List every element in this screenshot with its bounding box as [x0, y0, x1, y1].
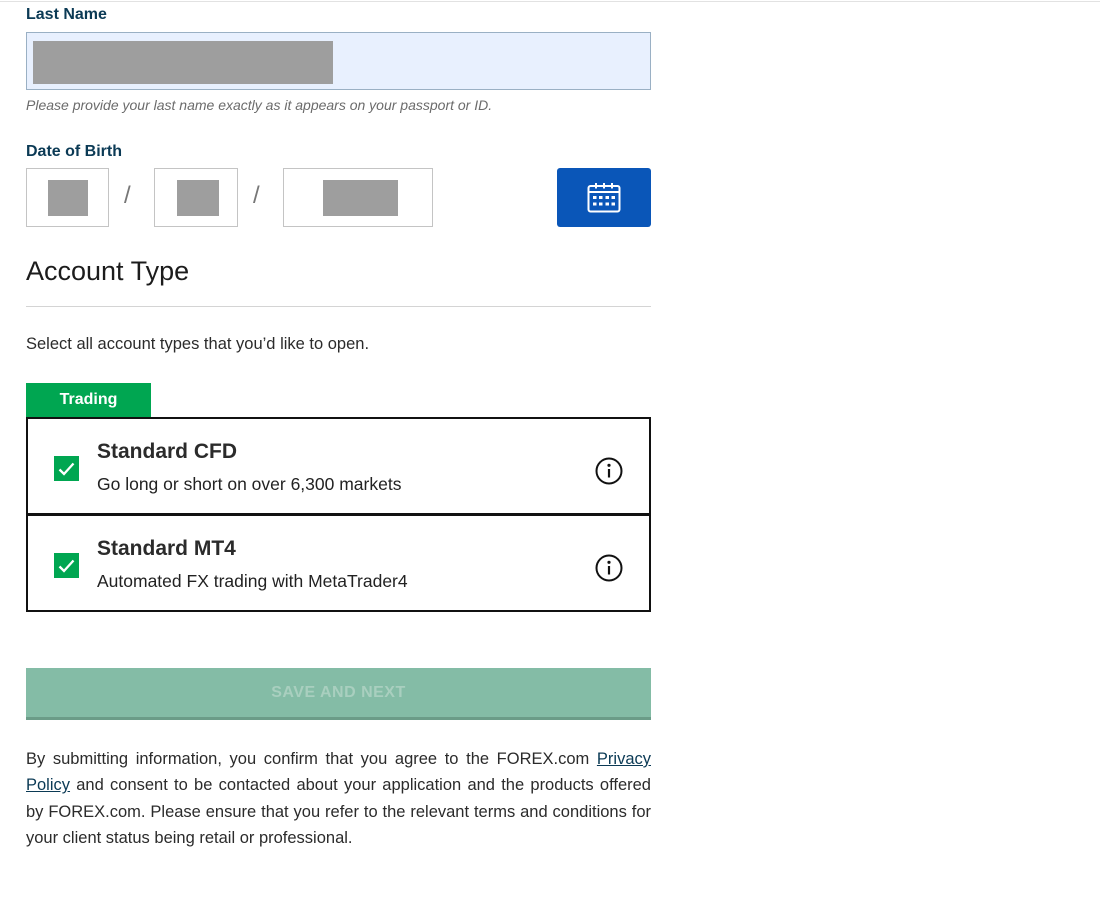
account-option-name: Standard MT4 [97, 537, 236, 560]
dob-month-input[interactable] [154, 168, 238, 227]
dob-separator: / [124, 182, 131, 209]
redacted-value [177, 180, 219, 216]
dob-year-input[interactable] [283, 168, 433, 227]
redacted-value [33, 41, 333, 84]
trading-category-tag: Trading [26, 383, 151, 417]
account-option-standard-mt4[interactable]: Standard MT4 Automated FX trading with M… [26, 514, 651, 612]
account-type-options: Standard CFD Go long or short on over 6,… [26, 417, 651, 612]
checkmark-icon [58, 559, 75, 573]
account-option-description: Automated FX trading with MetaTrader4 [97, 571, 408, 591]
last-name-hint: Please provide your last name exactly as… [26, 97, 493, 113]
info-icon[interactable] [595, 554, 623, 582]
standard-mt4-checkbox[interactable] [54, 553, 79, 578]
standard-cfd-checkbox[interactable] [54, 456, 79, 481]
checkmark-icon [58, 462, 75, 476]
date-of-birth-label: Date of Birth [26, 143, 122, 160]
last-name-input[interactable] [26, 32, 651, 90]
calendar-button[interactable] [557, 168, 651, 227]
section-divider [26, 306, 651, 307]
disclaimer-text: and consent to be contacted about your a… [26, 776, 651, 848]
dob-day-input[interactable] [26, 168, 109, 227]
info-icon[interactable] [595, 457, 623, 485]
last-name-label: Last Name [26, 6, 107, 23]
top-divider [0, 1, 1100, 2]
account-type-heading: Account Type [26, 256, 190, 286]
account-type-instructions: Select all account types that you’d like… [26, 335, 370, 353]
account-option-standard-cfd[interactable]: Standard CFD Go long or short on over 6,… [26, 417, 651, 515]
save-and-next-button[interactable]: SAVE AND NEXT [26, 668, 651, 720]
dob-separator: / [253, 182, 260, 209]
account-option-description: Go long or short on over 6,300 markets [97, 474, 402, 494]
consent-disclaimer: By submitting information, you confirm t… [26, 746, 651, 852]
disclaimer-text: By submitting information, you confirm t… [26, 750, 597, 768]
redacted-value [323, 180, 398, 216]
redacted-value [48, 180, 88, 216]
account-option-name: Standard CFD [97, 440, 238, 463]
calendar-icon [587, 183, 621, 213]
